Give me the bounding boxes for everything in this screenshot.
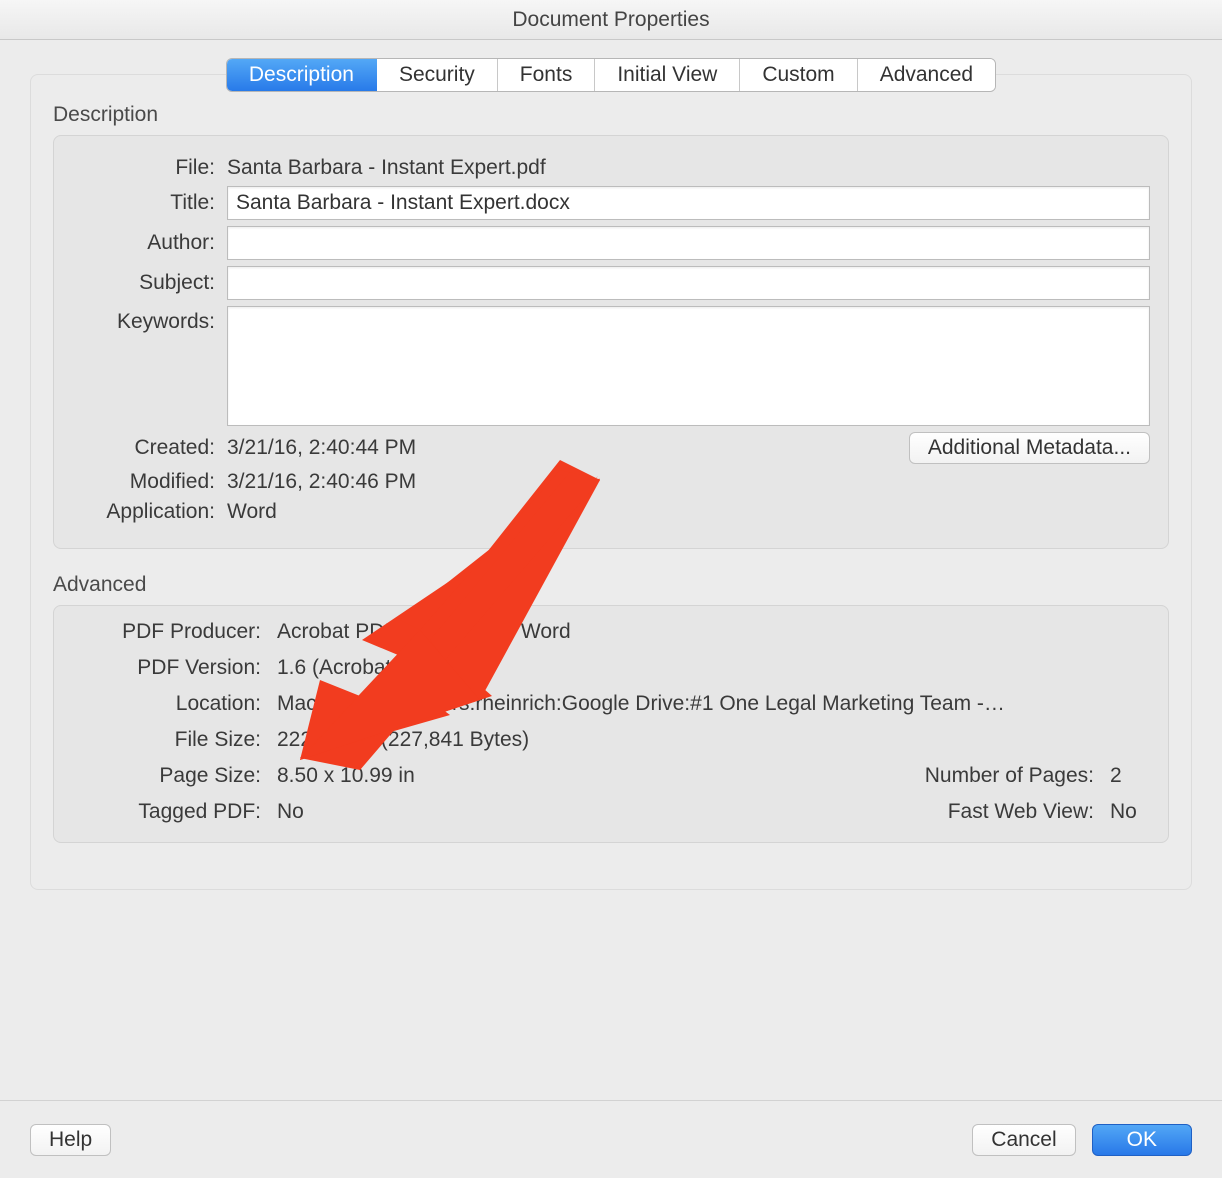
input-title[interactable] bbox=[227, 186, 1150, 220]
value-pdf-producer: Acrobat PDFMaker 15 for Word bbox=[277, 620, 1150, 644]
help-button[interactable]: Help bbox=[30, 1124, 111, 1156]
ok-button[interactable]: OK bbox=[1092, 1124, 1192, 1156]
label-author: Author: bbox=[72, 231, 227, 255]
value-pdf-version: 1.6 (Acrobat 7.x) bbox=[277, 656, 1150, 680]
label-number-of-pages: Number of Pages: bbox=[925, 764, 1094, 788]
input-subject[interactable] bbox=[227, 266, 1150, 300]
label-location: Location: bbox=[72, 692, 277, 716]
additional-metadata-button[interactable]: Additional Metadata... bbox=[909, 432, 1150, 464]
value-fast-web-view: No bbox=[1110, 800, 1140, 824]
dialog-footer: Help Cancel OK bbox=[0, 1100, 1222, 1178]
section-description: File: Santa Barbara - Instant Expert.pdf… bbox=[53, 135, 1169, 549]
value-file-size: 222.50 KB (227,841 Bytes) bbox=[277, 728, 1150, 752]
input-keywords[interactable] bbox=[227, 306, 1150, 426]
label-keywords: Keywords: bbox=[72, 306, 227, 334]
value-application: Word bbox=[227, 500, 1150, 524]
value-created: 3/21/16, 2:40:44 PM bbox=[227, 436, 416, 460]
window-title: Document Properties bbox=[0, 0, 1222, 40]
label-file: File: bbox=[72, 156, 227, 180]
label-created: Created: bbox=[72, 436, 227, 460]
label-pdf-version: PDF Version: bbox=[72, 656, 277, 680]
tab-bar: Description Security Fonts Initial View … bbox=[30, 58, 1192, 92]
section-advanced: PDF Producer: Acrobat PDFMaker 15 for Wo… bbox=[53, 605, 1169, 843]
label-subject: Subject: bbox=[72, 271, 227, 295]
tab-custom[interactable]: Custom bbox=[740, 59, 857, 91]
tab-description[interactable]: Description bbox=[227, 59, 377, 91]
section-title-advanced: Advanced bbox=[53, 573, 1169, 597]
cancel-button[interactable]: Cancel bbox=[972, 1124, 1075, 1156]
label-pdf-producer: PDF Producer: bbox=[72, 620, 277, 644]
label-file-size: File Size: bbox=[72, 728, 277, 752]
tab-initial-view[interactable]: Initial View bbox=[595, 59, 740, 91]
value-page-size: 8.50 x 10.99 in bbox=[277, 764, 415, 788]
value-location: Macintosh HD:Users:rheinrich:Google Driv… bbox=[277, 692, 1150, 716]
value-tagged-pdf: No bbox=[277, 800, 304, 824]
value-number-of-pages: 2 bbox=[1110, 764, 1140, 788]
label-title: Title: bbox=[72, 191, 227, 215]
label-modified: Modified: bbox=[72, 470, 227, 494]
label-page-size: Page Size: bbox=[72, 764, 277, 788]
tab-security[interactable]: Security bbox=[377, 59, 498, 91]
tab-advanced[interactable]: Advanced bbox=[858, 59, 995, 91]
label-fast-web-view: Fast Web View: bbox=[948, 800, 1094, 824]
value-modified: 3/21/16, 2:40:46 PM bbox=[227, 470, 1150, 494]
panel-main: Description File: Santa Barbara - Instan… bbox=[30, 74, 1192, 890]
value-file: Santa Barbara - Instant Expert.pdf bbox=[227, 156, 1150, 180]
section-title-description: Description bbox=[53, 103, 1169, 127]
tab-fonts[interactable]: Fonts bbox=[498, 59, 596, 91]
label-application: Application: bbox=[72, 500, 227, 524]
input-author[interactable] bbox=[227, 226, 1150, 260]
label-tagged-pdf: Tagged PDF: bbox=[72, 800, 277, 824]
